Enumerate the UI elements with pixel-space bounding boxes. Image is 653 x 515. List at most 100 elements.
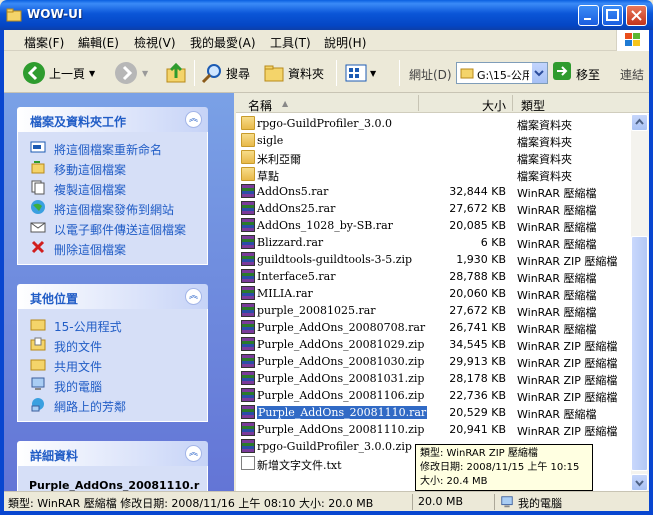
collapse-chevron-icon[interactable]: ︽ (185, 445, 202, 462)
task-email[interactable]: 以電子郵件傳送這個檔案 (18, 218, 207, 238)
details-panel: 詳細資料 ︽ Purple_AddOns_20081110.r (17, 441, 208, 491)
file-name[interactable]: Purple_AddOns_20080708.rar (257, 321, 425, 334)
file-name[interactable]: Purple_AddOns_20081031.zip (257, 372, 424, 385)
menu-bar: 檔案(F) 編輯(E) 檢視(V) 我的最愛(A) 工具(T) 說明(H) (4, 30, 649, 51)
file-name[interactable]: rpgo-GuildProfiler_3.0.0.zip (257, 440, 412, 453)
place-item[interactable]: 網路上的芳鄰 (18, 395, 207, 415)
file-name[interactable]: Blizzard.rar (257, 236, 323, 249)
file-name[interactable]: Purple_AddOns_20081110.zip (257, 423, 424, 436)
other-places-panel: 其他位置 ︽ 15-公用程式 我的文件 共用文件 我的電腦 網路上的芳鄰 (17, 284, 208, 422)
file-row[interactable]: Purple_AddOns_20081030.zip 29,913 KB WinRA… (236, 353, 631, 370)
sort-ascending-icon: ▲ (282, 99, 289, 108)
title-bar[interactable]: WOW-UI (0, 0, 653, 30)
address-field[interactable]: G:\15-公用 (456, 62, 548, 84)
menu-tools[interactable]: 工具(T) (270, 34, 311, 51)
file-name[interactable]: rpgo-GuildProfiler_3.0.0 (257, 117, 392, 130)
file-name[interactable]: purple_20081025.rar (257, 304, 376, 317)
task-move[interactable]: 移動這個檔案 (18, 158, 207, 178)
minimize-button[interactable] (578, 5, 599, 26)
panel-header[interactable]: 檔案及資料夾工作 ︽ (17, 107, 208, 132)
chevron-down-icon[interactable]: ▼ (370, 69, 376, 78)
file-row[interactable]: AddOns5.rar 32,844 KB WinRAR 壓縮檔 (236, 183, 631, 200)
task-delete[interactable]: 刪除這個檔案 (18, 238, 207, 258)
place-item[interactable]: 15-公用程式 (18, 315, 207, 335)
column-name[interactable]: 名稱 (248, 97, 272, 114)
place-item[interactable]: 共用文件 (18, 355, 207, 375)
go-label[interactable]: 移至 (576, 66, 600, 83)
file-name[interactable]: AddOns_1028_by-SB.rar (257, 219, 393, 232)
menu-view[interactable]: 檢視(V) (134, 34, 176, 51)
file-name[interactable]: MILIA.rar (257, 287, 313, 300)
file-row[interactable]: Purple_AddOns_20081031.zip 28,178 KB WinRA… (236, 370, 631, 387)
file-row[interactable]: Purple_AddOns_20081029.zip 34,545 KB WinRA… (236, 336, 631, 353)
file-name[interactable]: 新增文字文件.txt (257, 457, 342, 473)
forward-button[interactable]: ▼ (114, 59, 148, 87)
file-name[interactable]: AddOns5.rar (257, 185, 328, 198)
address-dropdown-button[interactable] (531, 63, 547, 83)
folders-button[interactable]: 資料夾 (263, 59, 324, 87)
close-button[interactable] (626, 5, 647, 26)
file-size: 34,545 KB (449, 338, 506, 351)
file-name[interactable]: Purple_AddOns_20081106.zip (257, 389, 424, 402)
file-row[interactable]: Purple_AddOns_20081106.zip 22,736 KB WinRA… (236, 387, 631, 404)
links-label[interactable]: 連結 (620, 66, 644, 83)
column-divider[interactable] (512, 95, 513, 111)
column-size[interactable]: 大小 (482, 97, 506, 114)
file-row[interactable]: AddOns25.rar 27,672 KB WinRAR 壓縮檔 (236, 200, 631, 217)
file-name[interactable]: Interface5.rar (257, 270, 336, 283)
search-button[interactable]: 搜尋 (201, 59, 250, 87)
menu-help[interactable]: 說明(H) (324, 34, 366, 51)
menu-file[interactable]: 檔案(F) (24, 34, 64, 51)
file-row[interactable]: AddOns_1028_by-SB.rar 20,085 KB WinRAR 壓縮檔 (236, 217, 631, 234)
file-name[interactable]: 米利亞爾 (257, 151, 301, 167)
collapse-chevron-icon[interactable]: ︽ (185, 288, 202, 305)
file-row[interactable]: Purple_AddOns_20081110.rar 20,529 KB WinRA… (236, 404, 631, 421)
file-name[interactable]: Purple_AddOns_20081110.rar (257, 406, 428, 419)
scroll-down-button[interactable] (631, 474, 648, 491)
file-name[interactable]: Purple_AddOns_20081030.zip (257, 355, 424, 368)
column-type[interactable]: 類型 (521, 97, 545, 114)
file-row[interactable]: Blizzard.rar 6 KB WinRAR 壓縮檔 (236, 234, 631, 251)
file-row[interactable]: Purple_AddOns_20081110.zip 20,941 KB WinRA… (236, 421, 631, 438)
panel-header[interactable]: 詳細資料 ︽ (17, 441, 208, 466)
file-row[interactable]: 草點 檔案資料夾 (236, 166, 631, 183)
file-name[interactable]: sigle (257, 134, 283, 147)
file-row[interactable]: Interface5.rar 28,788 KB WinRAR 壓縮檔 (236, 268, 631, 285)
place-item[interactable]: 我的文件 (18, 335, 207, 355)
views-button[interactable]: ▼ (344, 59, 376, 87)
file-row[interactable]: guildtools-guildtools-3-5.zip 1,930 KB Win… (236, 251, 631, 268)
task-rename[interactable]: 將這個檔案重新命名 (18, 138, 207, 158)
chevron-down-icon[interactable]: ▼ (142, 69, 148, 78)
vertical-scrollbar[interactable] (631, 114, 649, 491)
file-type: WinRAR 壓縮檔 (517, 221, 597, 234)
maximize-button[interactable] (602, 5, 623, 26)
file-type: 檔案資料夾 (517, 153, 572, 166)
file-name[interactable]: guildtools-guildtools-3-5.zip (257, 253, 412, 266)
file-row[interactable]: 米利亞爾 檔案資料夾 (236, 149, 631, 166)
file-row[interactable]: sigle 檔案資料夾 (236, 132, 631, 149)
tooltip-date: 修改日期: 2008/11/15 上午 10:15 (420, 462, 580, 473)
file-name[interactable]: 草點 (257, 168, 279, 184)
file-name[interactable]: Purple_AddOns_20081029.zip (257, 338, 424, 351)
file-row[interactable]: purple_20081025.rar 27,672 KB WinRAR 壓縮檔 (236, 302, 631, 319)
go-button[interactable] (553, 62, 571, 80)
file-row[interactable]: Purple_AddOns_20080708.rar 26,741 KB WinRA… (236, 319, 631, 336)
panel-header[interactable]: 其他位置 ︽ (17, 284, 208, 309)
collapse-chevron-icon[interactable]: ︽ (185, 111, 202, 128)
task-copy[interactable]: 複製這個檔案 (18, 178, 207, 198)
archive-icon (241, 337, 255, 351)
chevron-down-icon[interactable]: ▼ (89, 69, 95, 78)
place-item[interactable]: 我的電腦 (18, 375, 207, 395)
task-publish[interactable]: 將這個檔案發佈到網站 (18, 198, 207, 218)
scroll-thumb[interactable] (631, 236, 648, 471)
scroll-up-button[interactable] (631, 114, 648, 131)
file-list: 名稱 ▲ 大小 類型 rpgo-GuildProfiler_3.0.0 檔案資料夾… (236, 93, 649, 491)
up-folder-button[interactable] (164, 59, 188, 87)
file-row[interactable]: rpgo-GuildProfiler_3.0.0 檔案資料夾 (236, 115, 631, 132)
back-button[interactable]: 上一頁 ▼ (22, 59, 95, 87)
menu-favorites[interactable]: 我的最愛(A) (190, 34, 256, 51)
file-row[interactable]: MILIA.rar 20,060 KB WinRAR 壓縮檔 (236, 285, 631, 302)
menu-edit[interactable]: 編輯(E) (78, 34, 119, 51)
column-divider[interactable] (418, 95, 419, 111)
file-name[interactable]: AddOns25.rar (257, 202, 335, 215)
